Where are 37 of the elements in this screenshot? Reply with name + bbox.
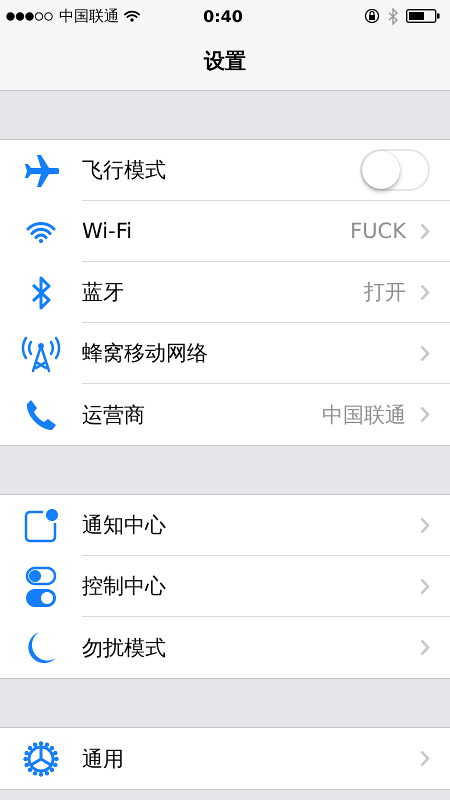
chevron-icon [420,578,430,594]
clock-time: 0:40 [203,6,243,26]
rotation-lock-icon [364,8,380,24]
switches-icon [25,566,57,608]
wifi-icon [26,220,56,242]
setting-label[interactable]: 蜂窝移动网络 [82,339,420,367]
setting-label[interactable]: 蓝牙 [82,278,364,306]
toggle-switch[interactable] [360,149,430,191]
airplane-icon [23,154,59,186]
setting-label[interactable]: 运营商 [82,400,322,428]
setting-label[interactable]: 通用 [82,744,420,772]
wifi-icon [124,10,140,22]
setting-value: 中国联通 [322,402,406,428]
page-title: 设置 [204,48,246,75]
signal-icon [6,12,54,20]
phone-icon [25,398,57,430]
setting-label[interactable]: 控制中心 [82,572,420,600]
chevron-icon [420,406,430,423]
setting-label[interactable]: 通知中心 [82,511,420,539]
setting-label[interactable]: Wi-Fi [82,219,350,243]
setting-value: 打开 [364,279,406,306]
battery-icon [406,9,440,23]
antenna-icon [20,334,62,372]
chevron-icon [420,284,430,300]
notification-icon [23,508,59,544]
setting-label[interactable]: 勿扰模式 [82,634,420,662]
chevron-icon [420,639,430,656]
carrier-name: 中国联通 [59,6,119,26]
chevron-icon [420,750,430,767]
chevron-icon [420,222,430,240]
chevron-icon [420,516,430,534]
bluetooth-icon [30,274,52,310]
chevron-icon [420,344,430,362]
setting-label[interactable]: 飞行模式 [82,156,360,184]
bluetooth-icon [388,8,398,24]
gear-icon [23,740,59,776]
setting-value: FUCK [350,219,406,243]
